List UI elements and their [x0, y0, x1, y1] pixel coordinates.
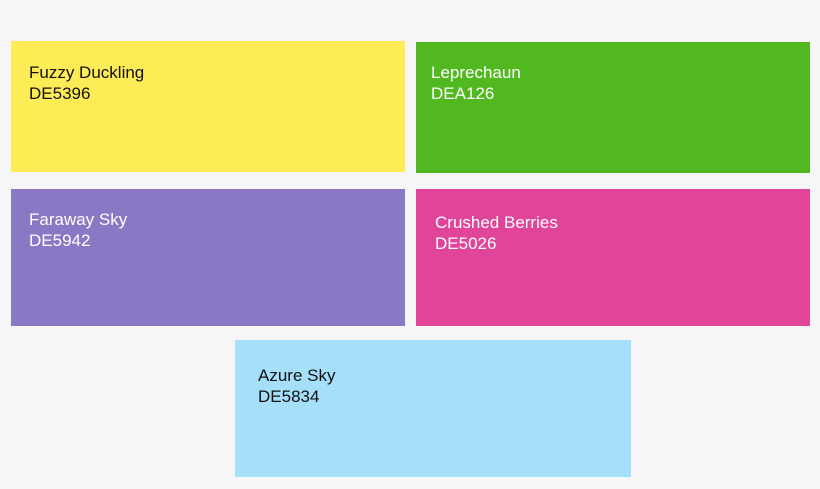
- swatch-code: DEA126: [431, 84, 495, 103]
- swatch-name: Leprechaun: [431, 63, 521, 82]
- swatch-code: DE5942: [29, 231, 91, 250]
- swatch-code: DE5026: [435, 234, 497, 253]
- swatch-name: Fuzzy Duckling: [29, 63, 145, 82]
- swatch-name: Azure Sky: [258, 366, 336, 385]
- color-swatch-azure-sky: Azure Sky DE5834: [235, 340, 631, 477]
- swatch-name: Faraway Sky: [29, 210, 128, 229]
- color-swatch-fuzzy-duckling: Fuzzy Duckling DE5396: [11, 41, 405, 172]
- color-swatch-faraway-sky: Faraway Sky DE5942: [11, 189, 405, 326]
- swatch-name: Crushed Berries: [435, 213, 558, 232]
- color-swatch-crushed-berries: Crushed Berries DE5026: [416, 189, 810, 326]
- color-swatch-leprechaun: Leprechaun DEA126: [416, 42, 810, 173]
- swatch-code: DE5834: [258, 387, 320, 406]
- swatch-code: DE5396: [29, 84, 91, 103]
